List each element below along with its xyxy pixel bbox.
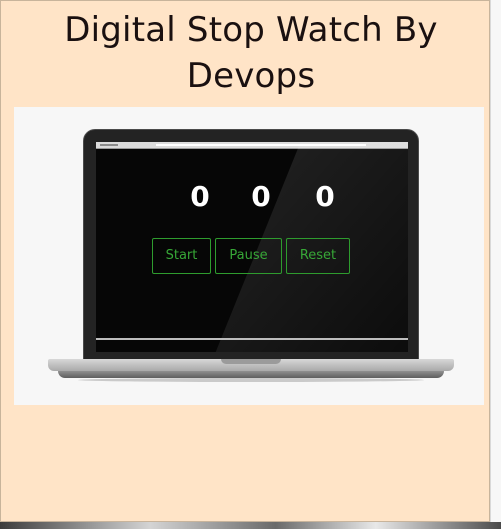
app-container: Digital Stop Watch By Devops 0 0 0 Start… <box>0 0 490 522</box>
pause-button[interactable]: Pause <box>215 238 282 274</box>
screen-bottom-strip <box>96 338 408 340</box>
page-title: Digital Stop Watch By Devops <box>64 10 438 96</box>
laptop-base-bottom <box>58 371 444 378</box>
laptop-base <box>48 359 454 382</box>
laptop-base-notch <box>221 359 281 364</box>
start-button[interactable]: Start <box>152 238 211 274</box>
page: Digital Stop Watch By Devops 0 0 0 Start… <box>0 0 501 529</box>
window-edge-right <box>490 0 501 529</box>
stopwatch-display: 0 0 0 <box>96 180 408 216</box>
laptop-screen: 0 0 0 Start Pause Reset <box>96 142 408 352</box>
laptop-shadow <box>78 378 424 382</box>
seconds-digit: 0 <box>315 180 335 213</box>
minutes-digit: 0 <box>251 180 271 213</box>
laptop-illustration: 0 0 0 Start Pause Reset <box>14 107 484 405</box>
reset-button[interactable]: Reset <box>286 238 350 274</box>
laptop-lid: 0 0 0 Start Pause Reset <box>83 129 419 363</box>
hours-digit: 0 <box>190 180 210 213</box>
window-edge-bottom <box>0 522 501 529</box>
